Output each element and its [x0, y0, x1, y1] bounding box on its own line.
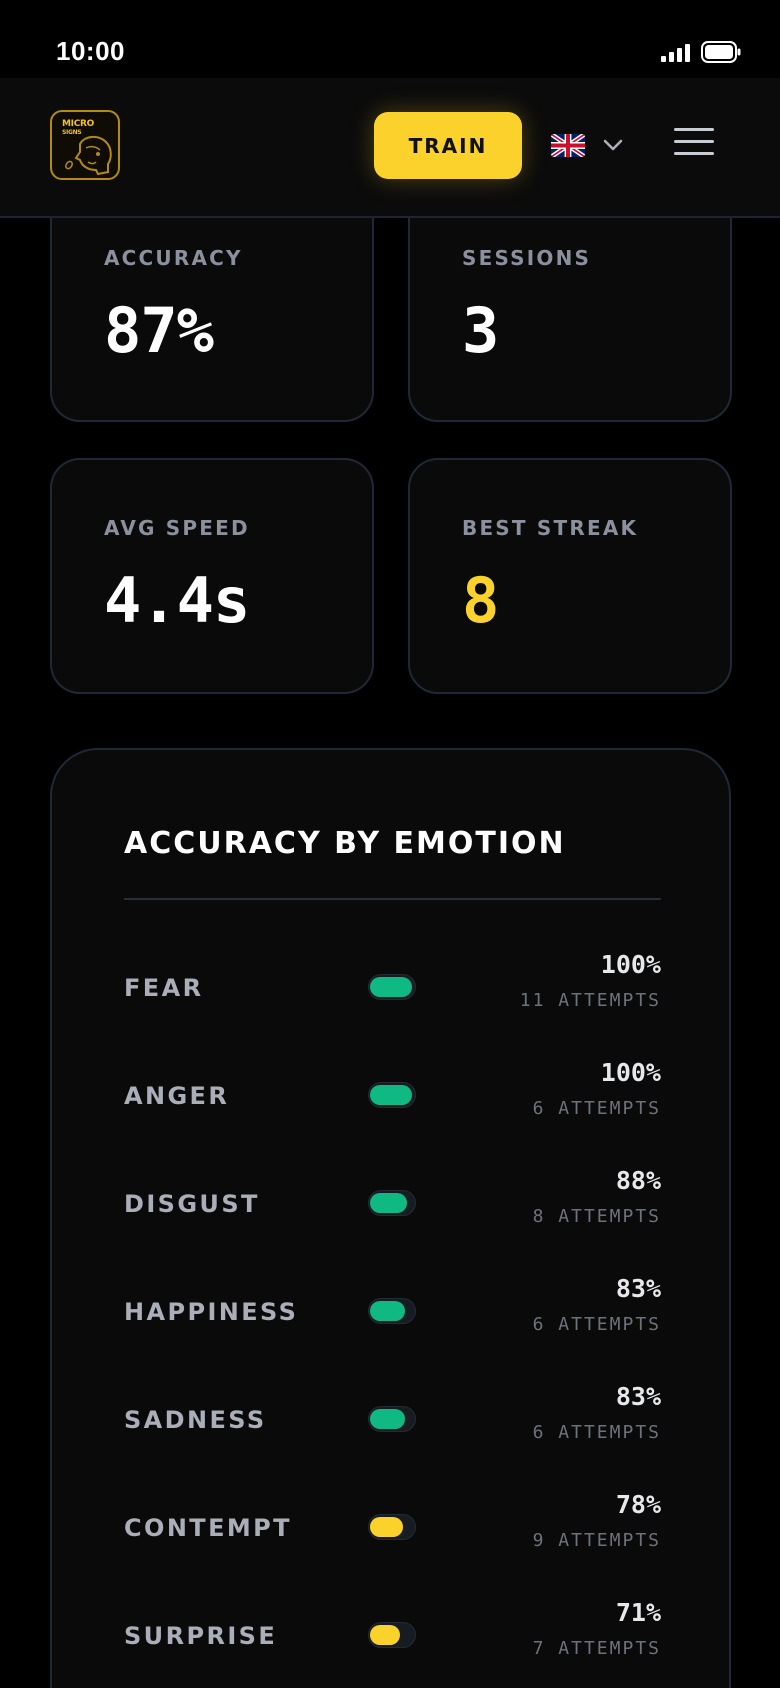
accuracy-bar: [368, 1190, 416, 1216]
stat-value: 87%: [104, 294, 214, 367]
emotion-percent: 78%: [615, 1490, 661, 1519]
accuracy-bar: [368, 974, 416, 1000]
train-button[interactable]: TRAIN: [374, 112, 522, 179]
stat-label: BEST STREAK: [462, 516, 639, 540]
menu-line: [674, 140, 714, 143]
accuracy-bar: [368, 1298, 416, 1324]
app-header: MICRO SIGNS TRAIN: [0, 78, 780, 218]
emotion-percent: 83%: [615, 1274, 661, 1303]
accuracy-bar: [368, 1082, 416, 1108]
status-bar: 10:00: [0, 0, 780, 78]
uk-flag-icon: [551, 134, 585, 157]
stat-label: SESSIONS: [462, 246, 592, 270]
emotion-name: SADNESS: [124, 1406, 267, 1434]
emotion-attempts: 6 ATTEMPTS: [532, 1422, 661, 1443]
accuracy-bar-fill: [370, 1625, 400, 1645]
emotion-name: DISGUST: [124, 1190, 260, 1218]
panel-title: ACCURACY BY EMOTION: [124, 826, 566, 861]
accuracy-bar-fill: [370, 1409, 405, 1429]
emotion-attempts: 7 ATTEMPTS: [532, 1638, 661, 1659]
accuracy-bar-fill: [370, 977, 412, 997]
emotion-row-disgust: DISGUST 88% 8 ATTEMPTS: [124, 1166, 661, 1246]
accuracy-bar-fill: [370, 1301, 405, 1321]
hamburger-menu-icon[interactable]: [672, 122, 716, 162]
emotion-name: FEAR: [124, 974, 204, 1002]
face-outline-icon: [65, 136, 112, 176]
emotion-name: SURPRISE: [124, 1622, 278, 1650]
emotion-name: CONTEMPT: [124, 1514, 292, 1542]
emotion-row-fear: FEAR 100% 11 ATTEMPTS: [124, 950, 661, 1030]
emotion-attempts: 8 ATTEMPTS: [532, 1206, 661, 1227]
stat-label: AVG SPEED: [104, 516, 250, 540]
emotion-row-happiness: HAPPINESS 83% 6 ATTEMPTS: [124, 1274, 661, 1354]
emotion-row-anger: ANGER 100% 6 ATTEMPTS: [124, 1058, 661, 1138]
emotion-attempts: 11 ATTEMPTS: [519, 990, 661, 1011]
accuracy-bar-fill: [370, 1085, 412, 1105]
emotion-row-sadness: SADNESS 83% 6 ATTEMPTS: [124, 1382, 661, 1462]
menu-line: [674, 128, 714, 131]
emotion-percent: 71%: [615, 1598, 661, 1627]
emotion-percent: 88%: [615, 1166, 661, 1195]
emotion-percent: 100%: [600, 1058, 661, 1087]
emotion-name: ANGER: [124, 1082, 230, 1110]
stat-card-avg-speed: AVG SPEED 4.4s: [50, 458, 374, 694]
status-time: 10:00: [56, 36, 125, 66]
stat-value: 4.4s: [104, 564, 250, 637]
accuracy-bar: [368, 1406, 416, 1432]
stat-card-best-streak: BEST STREAK 8: [408, 458, 732, 694]
accuracy-bar: [368, 1622, 416, 1648]
emotion-percent: 100%: [600, 950, 661, 979]
language-selector[interactable]: [546, 128, 626, 162]
emotion-percent: 83%: [615, 1382, 661, 1411]
accuracy-bar: [368, 1514, 416, 1540]
accuracy-bar-fill: [370, 1193, 407, 1213]
app-logo[interactable]: MICRO SIGNS: [50, 110, 120, 180]
stat-value: 8: [462, 564, 499, 637]
emotion-row-contempt: CONTEMPT 78% 9 ATTEMPTS: [124, 1490, 661, 1570]
emotion-attempts: 9 ATTEMPTS: [532, 1530, 661, 1551]
emotion-name: HAPPINESS: [124, 1298, 299, 1326]
battery-icon: [701, 41, 741, 63]
stat-label: ACCURACY: [104, 246, 243, 270]
emotion-attempts: 6 ATTEMPTS: [532, 1098, 661, 1119]
menu-line: [674, 152, 714, 155]
accuracy-bar-fill: [370, 1517, 403, 1537]
stat-value: 3: [462, 294, 499, 367]
signal-icon: [661, 44, 690, 62]
chevron-down-icon: [603, 139, 623, 151]
divider: [124, 898, 661, 900]
emotion-row-surprise: SURPRISE 71% 7 ATTEMPTS: [124, 1598, 661, 1678]
accuracy-by-emotion-panel: ACCURACY BY EMOTION FEAR 100% 11 ATTEMPTS A…: [50, 748, 731, 1688]
emotion-attempts: 6 ATTEMPTS: [532, 1314, 661, 1335]
